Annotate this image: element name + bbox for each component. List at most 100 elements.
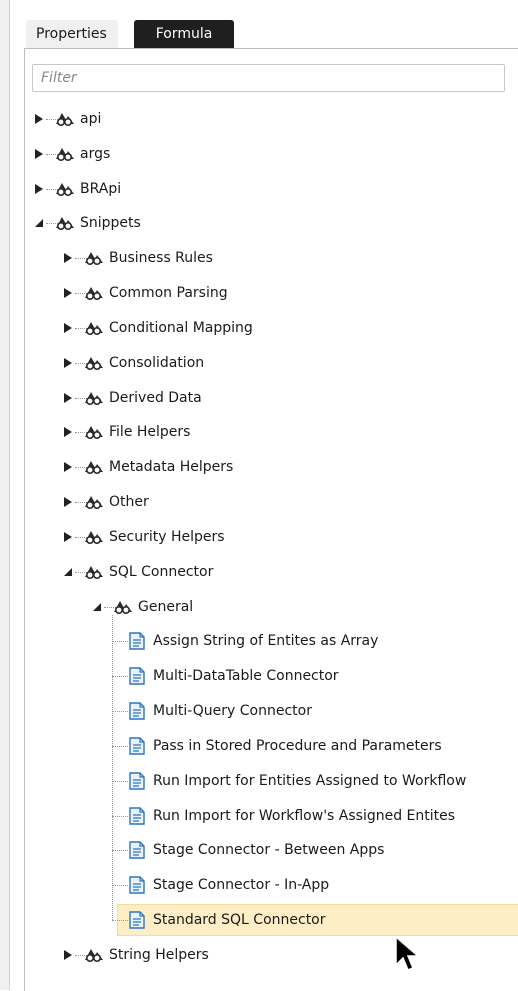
collapsed-triangle-icon[interactable]: [61, 530, 75, 544]
expanded-triangle-icon[interactable]: [90, 600, 104, 614]
namespace-icon: [84, 354, 104, 372]
collapsed-triangle-icon[interactable]: [61, 251, 75, 265]
document-icon: [128, 876, 148, 894]
document-icon: [128, 911, 148, 929]
namespace-icon: [84, 946, 104, 964]
tree-connector: [112, 676, 128, 678]
tree-node-item[interactable]: Metadata Helpers: [25, 451, 518, 483]
tree-node-item[interactable]: Common Parsing: [25, 277, 518, 309]
document-icon: [128, 772, 148, 790]
tree-connector: [112, 745, 128, 747]
tree-node-item[interactable]: General: [25, 591, 518, 623]
tree-connector: [112, 641, 128, 643]
namespace-icon: [55, 214, 75, 232]
tree-item-label: File Helpers: [109, 424, 191, 441]
namespace-icon: [84, 423, 104, 441]
namespace-icon: [55, 180, 75, 198]
tree-item-label: args: [80, 145, 111, 162]
tree-leaf-item[interactable]: Stage Connector - In-App: [25, 869, 518, 901]
left-panel-edge: [0, 0, 10, 990]
collapsed-triangle-icon[interactable]: [61, 948, 75, 962]
tree-leaf-item[interactable]: Standard SQL Connector: [25, 904, 518, 937]
tree-leaf-item[interactable]: Multi-DataTable Connector: [25, 660, 518, 692]
tree-connector: [112, 850, 128, 852]
tree-item-label: BRApi: [80, 180, 122, 197]
tree-item-label: Standard SQL Connector: [153, 912, 326, 929]
tree-item-label: General: [138, 598, 194, 615]
namespace-icon: [55, 110, 75, 128]
document-icon: [128, 702, 148, 720]
tree-node-item[interactable]: api: [25, 103, 518, 135]
tree-item-label: Pass in Stored Procedure and Parameters: [153, 737, 442, 754]
tree-guide-line: [112, 614, 113, 921]
tree-item-label: String Helpers: [109, 946, 209, 963]
tree-node-item[interactable]: Derived Data: [25, 382, 518, 414]
expanded-triangle-icon[interactable]: [32, 216, 46, 230]
tree-leaf-item[interactable]: Assign String of Entites as Array: [25, 625, 518, 657]
tree-connector: [112, 920, 128, 922]
collapsed-triangle-icon[interactable]: [32, 147, 46, 161]
tree-connector: [112, 780, 128, 782]
namespace-icon: [84, 389, 104, 407]
tree-item-label: Business Rules: [109, 250, 213, 267]
tree-node-item[interactable]: BRApi: [25, 173, 518, 205]
tree-item-label: Security Helpers: [109, 528, 225, 545]
mouse-pointer-icon: [395, 935, 421, 971]
tree-leaf-item[interactable]: Stage Connector - Between Apps: [25, 834, 518, 866]
collapsed-triangle-icon[interactable]: [61, 425, 75, 439]
tree-leaf-item[interactable]: Run Import for Workflow's Assigned Entit…: [25, 800, 518, 832]
tree-item-label: SQL Connector: [109, 563, 214, 580]
tree-node-item[interactable]: Security Helpers: [25, 521, 518, 553]
tree-item-label: Metadata Helpers: [109, 459, 234, 476]
tree-leaf-item[interactable]: Pass in Stored Procedure and Parameters: [25, 730, 518, 762]
collapsed-triangle-icon[interactable]: [61, 321, 75, 335]
collapsed-triangle-icon[interactable]: [32, 182, 46, 196]
filter-input[interactable]: [32, 64, 505, 92]
tree-item-label: Run Import for Entities Assigned to Work…: [153, 772, 467, 789]
namespace-icon: [84, 563, 104, 581]
document-icon: [128, 737, 148, 755]
collapsed-triangle-icon[interactable]: [61, 495, 75, 509]
tree-connector: [112, 885, 128, 887]
tree-node-item[interactable]: Snippets: [25, 207, 518, 239]
tree-item-label: Derived Data: [109, 389, 202, 406]
document-icon: [128, 632, 148, 651]
tree-item-label: Conditional Mapping: [109, 319, 253, 336]
document-icon: [128, 667, 148, 685]
tree-item-label: Stage Connector - In-App: [153, 877, 330, 894]
tree-node-item[interactable]: Other: [25, 486, 518, 518]
tree-connector: [112, 711, 128, 713]
tree-node-item[interactable]: Conditional Mapping: [25, 312, 518, 344]
tree-node-item[interactable]: Consolidation: [25, 347, 518, 379]
namespace-icon: [84, 528, 104, 546]
tree-item-label: Assign String of Entites as Array: [153, 633, 379, 650]
tab-properties[interactable]: Properties: [26, 20, 118, 48]
tree-item-label: api: [80, 111, 102, 127]
tree-leaf-item[interactable]: Run Import for Entities Assigned to Work…: [25, 765, 518, 797]
tree-item-label: Consolidation: [109, 354, 205, 371]
tree-item-label: Other: [109, 494, 149, 511]
tab-formula[interactable]: Formula: [134, 20, 234, 48]
tree-item-label: Multi-DataTable Connector: [153, 668, 339, 685]
namespace-icon: [84, 319, 104, 337]
tree-node-item[interactable]: SQL Connector: [25, 556, 518, 588]
tree-node-item[interactable]: String Helpers: [25, 939, 518, 971]
namespace-icon: [113, 598, 133, 616]
document-icon: [128, 806, 148, 825]
namespace-icon: [84, 458, 104, 476]
collapsed-triangle-icon[interactable]: [61, 460, 75, 474]
collapsed-triangle-icon[interactable]: [61, 391, 75, 405]
expanded-triangle-icon[interactable]: [61, 565, 75, 579]
collapsed-triangle-icon[interactable]: [61, 356, 75, 370]
collapsed-triangle-icon[interactable]: [32, 112, 46, 126]
document-icon: [128, 841, 148, 860]
tree-node-item[interactable]: args: [25, 138, 518, 170]
tree-item-label: Run Import for Workflow's Assigned Entit…: [153, 807, 456, 824]
tree-leaf-item[interactable]: Multi-Query Connector: [25, 695, 518, 727]
formula-panel: api args BRApi Snippets Business Rules Common…: [24, 48, 518, 991]
tree-item-label: Stage Connector - Between Apps: [153, 842, 385, 859]
tree-node-item[interactable]: Business Rules: [25, 242, 518, 274]
collapsed-triangle-icon[interactable]: [61, 286, 75, 300]
namespace-icon: [84, 284, 104, 302]
tree-node-item[interactable]: File Helpers: [25, 416, 518, 448]
